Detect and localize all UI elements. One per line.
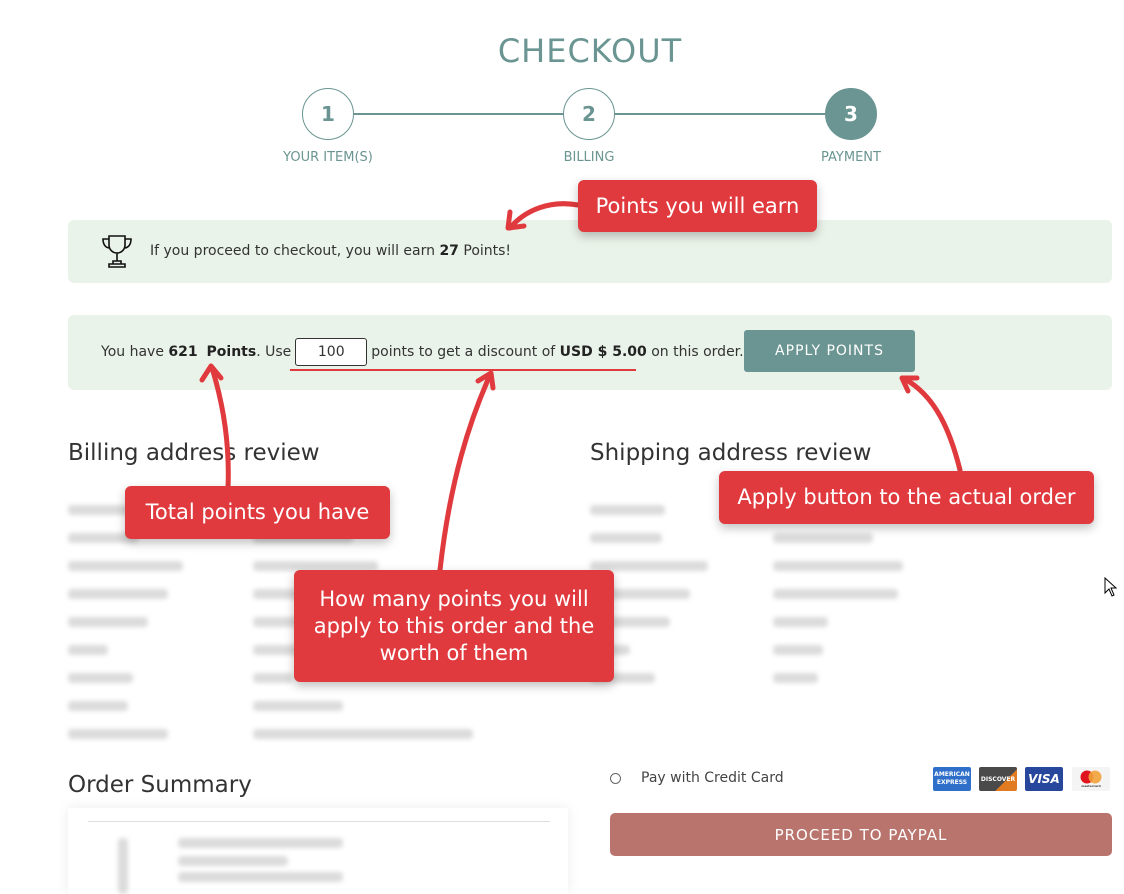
arrow-howmany	[437, 372, 493, 573]
callout-earn: Points you will earn	[578, 180, 817, 232]
callout-total: Total points you have	[125, 486, 390, 539]
arrow-apply	[900, 375, 963, 473]
callout-howmany: How many points you will apply to this o…	[294, 570, 614, 682]
callout-apply: Apply button to the actual order	[719, 471, 1094, 524]
mouse-cursor-icon	[1104, 577, 1118, 597]
arrow-total	[209, 365, 231, 491]
annotation-arrows	[199, 201, 963, 573]
